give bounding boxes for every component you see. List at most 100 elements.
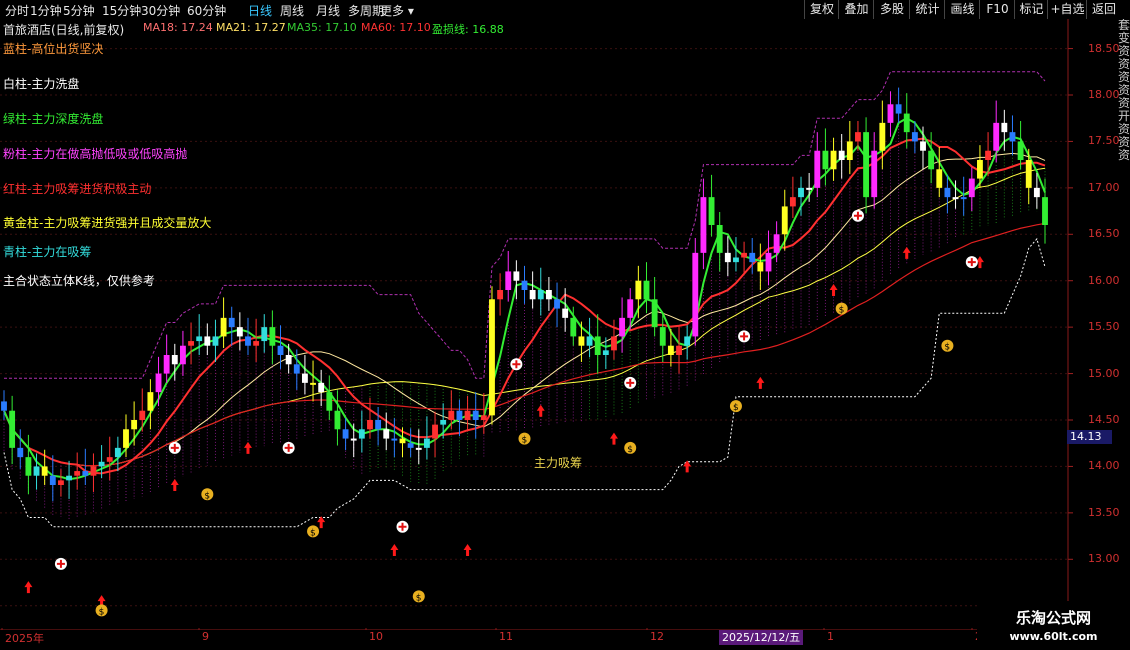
candle-body <box>269 327 276 346</box>
toolbar-button[interactable]: +自选 <box>1047 0 1087 19</box>
toolbar-button[interactable]: 统计 <box>909 0 945 19</box>
candle-body <box>163 355 170 374</box>
candle-body <box>171 355 178 365</box>
candle-body <box>245 336 251 346</box>
watermark-url: www.60lt.com <box>1009 630 1098 643</box>
candle-body <box>708 197 715 225</box>
ma-value: MA60: 17.10 <box>361 21 431 34</box>
candle-body <box>358 429 365 439</box>
period-tab[interactable]: 周线 <box>280 2 304 19</box>
candle-body <box>578 336 585 346</box>
candle-body <box>228 317 235 328</box>
candle-body <box>993 122 1000 151</box>
period-tab[interactable]: 分时 <box>5 2 29 19</box>
candle-body <box>545 290 552 300</box>
candle-body <box>33 466 40 476</box>
candle-body <box>98 461 105 467</box>
candle-body <box>952 197 959 200</box>
candle-body <box>741 252 748 258</box>
period-toolbar: 分时 1分钟 5分钟 15分钟 30分钟 60分钟 日线 周线 月线 多周期 更多 ▾ 复权 叠加 多股统… <box>0 0 1130 20</box>
candle-body <box>188 341 194 346</box>
candle-body <box>733 257 739 263</box>
candle-body <box>90 466 97 476</box>
candle-body <box>594 336 601 355</box>
candle-body <box>155 373 162 393</box>
ma-value: 盈损线: 16.88 <box>432 23 504 36</box>
price-tick: 16.00 <box>1088 273 1120 287</box>
candle-body <box>334 410 341 430</box>
candle-body <box>82 471 89 476</box>
candle-body <box>928 150 935 170</box>
candle-body <box>106 457 113 462</box>
candle-body <box>407 443 414 448</box>
svg-text:$: $ <box>733 403 739 413</box>
legend-item: 粉柱-主力在做高抛低吸或低吸高抛 <box>3 147 188 161</box>
candle-body <box>920 141 926 151</box>
candle-body <box>1001 122 1008 133</box>
candle-body <box>903 113 910 133</box>
legend-item: 蓝柱-高位出货坚决 <box>3 42 104 56</box>
candle-body <box>277 345 284 355</box>
candle-body <box>49 475 56 485</box>
date-tick: 11 <box>499 630 513 643</box>
toolbar-button[interactable]: 返回 <box>1086 0 1121 19</box>
date-tick: 9 <box>202 630 209 643</box>
candle-body <box>342 429 349 439</box>
candle-body <box>570 317 577 337</box>
candle-body <box>627 299 634 318</box>
toolbar-button[interactable]: 标记 <box>1014 0 1048 19</box>
ma-value: MA18: 17.24 <box>143 21 213 34</box>
candle-body <box>700 197 707 253</box>
candle-body <box>293 364 300 374</box>
toolbar-button[interactable]: F10 <box>979 0 1015 19</box>
period-tab[interactable]: 60分钟 <box>187 2 226 19</box>
period-tab[interactable]: 月线 <box>316 2 340 19</box>
period-tab[interactable]: 多周期 <box>348 2 384 19</box>
candle-body <box>253 341 260 346</box>
candle-body <box>448 410 455 420</box>
candle-body <box>716 225 723 253</box>
candle-body <box>651 299 658 328</box>
toolbar-button[interactable]: 叠加 <box>838 0 874 19</box>
candle-body <box>659 327 666 346</box>
svg-text:$: $ <box>416 593 422 603</box>
candle-body <box>383 429 390 439</box>
period-tab[interactable]: 1分钟 <box>30 2 62 19</box>
svg-text:$: $ <box>522 436 528 446</box>
period-tab[interactable]: 更多 ▾ <box>380 2 414 19</box>
legend-item: 黄金柱-主力吸筹进货强并且成交量放大 <box>3 216 212 230</box>
candle-body <box>415 447 422 450</box>
candle-body <box>936 169 943 188</box>
kline-chart[interactable]: $ $ $ $ $ $ $ $ $ <box>0 19 1130 630</box>
candle-body <box>480 415 487 420</box>
price-tick: 18.50 <box>1088 41 1120 55</box>
toolbar-button[interactable]: 复权 <box>804 0 839 19</box>
candle-body <box>179 345 186 365</box>
candle-body <box>261 327 268 342</box>
candle-body <box>529 290 536 300</box>
period-tab[interactable]: 5分钟 <box>63 2 95 19</box>
svg-text:$: $ <box>99 607 105 617</box>
toolbar-button[interactable]: 多股 <box>873 0 910 19</box>
candle-body <box>440 420 447 425</box>
legend-item: 红柱-主力吸筹进货积极主动 <box>3 182 152 196</box>
candle-body <box>17 447 24 458</box>
candle-body <box>1 401 7 411</box>
toolbar-button[interactable]: 画线 <box>944 0 980 19</box>
candle-body <box>554 299 560 309</box>
candle-body <box>1009 132 1016 142</box>
candle-body <box>350 438 357 441</box>
period-tab[interactable]: 15分钟 <box>102 2 141 19</box>
candle-body <box>432 424 438 439</box>
candle-body <box>838 150 845 160</box>
candle-body <box>846 141 853 160</box>
date-tick: 12 <box>650 630 664 643</box>
period-tab[interactable]: 30分钟 <box>141 2 180 19</box>
candle-body <box>611 336 617 351</box>
price-tick: 15.50 <box>1088 320 1120 334</box>
price-tick: 14.00 <box>1088 459 1120 473</box>
ma-value: MA21: 17.27 <box>216 21 286 34</box>
price-tick: 17.00 <box>1088 180 1120 194</box>
period-tab[interactable]: 日线 <box>248 2 272 19</box>
candle-body <box>895 104 902 114</box>
